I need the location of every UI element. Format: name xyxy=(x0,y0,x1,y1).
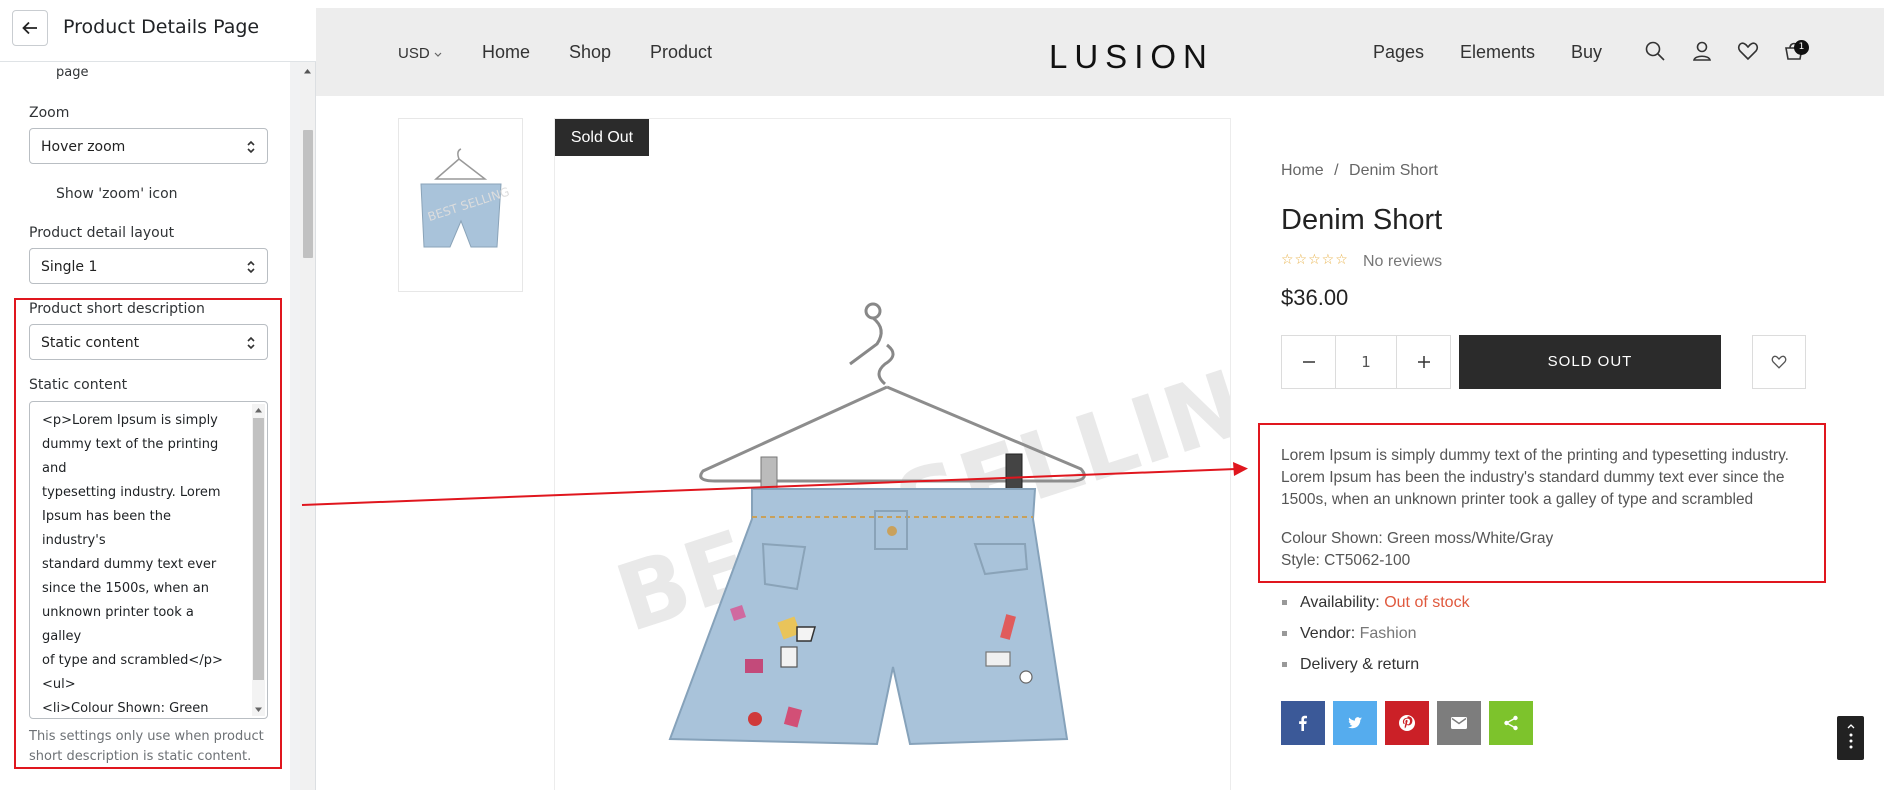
highlight-box-description xyxy=(1258,423,1826,583)
store-logo[interactable]: LUSION xyxy=(1049,38,1214,76)
panel-header: Product Details Page xyxy=(0,0,316,62)
chevron-down-icon xyxy=(434,52,442,57)
panel-scroll-thumb[interactable] xyxy=(303,130,313,258)
heart-icon[interactable] xyxy=(1737,40,1759,62)
select-arrows-icon xyxy=(247,140,255,154)
bullet xyxy=(1282,662,1287,668)
pinterest-icon xyxy=(1399,715,1415,731)
quantity-increase-button[interactable] xyxy=(1397,336,1450,388)
rating-stars: ☆☆☆☆☆ xyxy=(1281,252,1349,268)
product-main-image[interactable]: Sold Out BEST SELLING xyxy=(554,118,1231,790)
share-facebook-button[interactable] xyxy=(1281,701,1325,745)
scroll-up-icon[interactable] xyxy=(304,68,311,74)
nav-pages[interactable]: Pages xyxy=(1373,42,1424,63)
currency-selector[interactable]: USD xyxy=(398,45,442,62)
product-thumbnail-image: BEST SELLING xyxy=(420,148,511,248)
currency-value: USD xyxy=(398,45,430,62)
search-icon[interactable] xyxy=(1644,40,1666,62)
store-header: USD Home Shop Product LUSION Pages Eleme… xyxy=(316,8,1884,96)
store-preview: USD Home Shop Product LUSION Pages Eleme… xyxy=(316,8,1884,790)
nav-home[interactable]: Home xyxy=(482,42,530,63)
highlight-box-settings xyxy=(14,298,282,769)
product-thumbnail[interactable]: BEST SELLING xyxy=(398,118,523,292)
share-pinterest-button[interactable] xyxy=(1385,701,1429,745)
minus-icon xyxy=(1302,361,1315,363)
settings-panel: Product Details Page page Zoom Hover zoo… xyxy=(0,0,316,790)
select-arrows-icon xyxy=(247,260,255,274)
nav-elements[interactable]: Elements xyxy=(1460,42,1535,63)
layout-select[interactable]: Single 1 xyxy=(29,248,268,284)
quantity-decrease-button[interactable] xyxy=(1282,336,1335,388)
share-twitter-button[interactable] xyxy=(1333,701,1377,745)
email-icon xyxy=(1451,717,1467,729)
layout-select-value: Single 1 xyxy=(41,259,98,275)
panel-title: Product Details Page xyxy=(63,16,260,38)
layout-label: Product detail layout xyxy=(29,225,175,241)
share-more-button[interactable] xyxy=(1489,701,1533,745)
sold-out-button[interactable]: SOLD OUT xyxy=(1459,335,1721,389)
availability-label: Availability: xyxy=(1300,594,1380,611)
breadcrumb-separator: / xyxy=(1334,162,1339,179)
availability-value: Out of stock xyxy=(1384,594,1470,611)
zoom-select-value: Hover zoom xyxy=(41,139,126,155)
show-zoom-icon-label: Show 'zoom' icon xyxy=(56,186,178,202)
breadcrumb-home[interactable]: Home xyxy=(1281,162,1324,179)
twitter-icon xyxy=(1348,717,1362,729)
zoom-select[interactable]: Hover zoom xyxy=(29,128,268,164)
bullet xyxy=(1282,631,1287,637)
nav-shop[interactable]: Shop xyxy=(569,42,611,63)
heart-icon xyxy=(1771,355,1787,369)
breadcrumb-current: Denim Short xyxy=(1349,162,1438,179)
bullet xyxy=(1282,600,1287,606)
denim-shorts-image: BEST SELLING xyxy=(604,302,1230,746)
panel-scrollbar[interactable] xyxy=(300,62,315,790)
quantity-input[interactable]: 1 xyxy=(1335,336,1397,388)
cart-count-badge: 1 xyxy=(1794,40,1809,55)
plus-icon xyxy=(1417,356,1430,368)
back-button[interactable] xyxy=(12,10,48,46)
floating-menu-button[interactable] xyxy=(1837,716,1864,760)
availability-row: Availability: Out of stock xyxy=(1282,594,1470,612)
more-vertical-icon xyxy=(1847,724,1854,749)
nav-buy[interactable]: Buy xyxy=(1571,42,1602,63)
facebook-icon xyxy=(1299,715,1307,731)
quantity-stepper: 1 xyxy=(1281,335,1451,389)
delivery-row[interactable]: Delivery & return xyxy=(1282,656,1419,674)
share-email-button[interactable] xyxy=(1437,701,1481,745)
delivery-link[interactable]: Delivery & return xyxy=(1300,656,1419,673)
user-icon[interactable] xyxy=(1691,40,1713,62)
wishlist-button[interactable] xyxy=(1752,335,1806,389)
partial-item-text: page xyxy=(56,65,89,80)
arrow-left-icon xyxy=(22,21,37,35)
share-icon xyxy=(1504,715,1518,731)
reviews-text: No reviews xyxy=(1363,253,1443,270)
breadcrumb: Home / Denim Short xyxy=(1281,162,1438,180)
vendor-value[interactable]: Fashion xyxy=(1360,625,1417,642)
zoom-label: Zoom xyxy=(29,105,70,121)
product-title: Denim Short xyxy=(1281,204,1443,236)
vendor-row: Vendor: Fashion xyxy=(1282,625,1417,643)
nav-product[interactable]: Product xyxy=(650,42,712,63)
product-price: $36.00 xyxy=(1281,285,1349,310)
vendor-label: Vendor: xyxy=(1300,625,1356,642)
